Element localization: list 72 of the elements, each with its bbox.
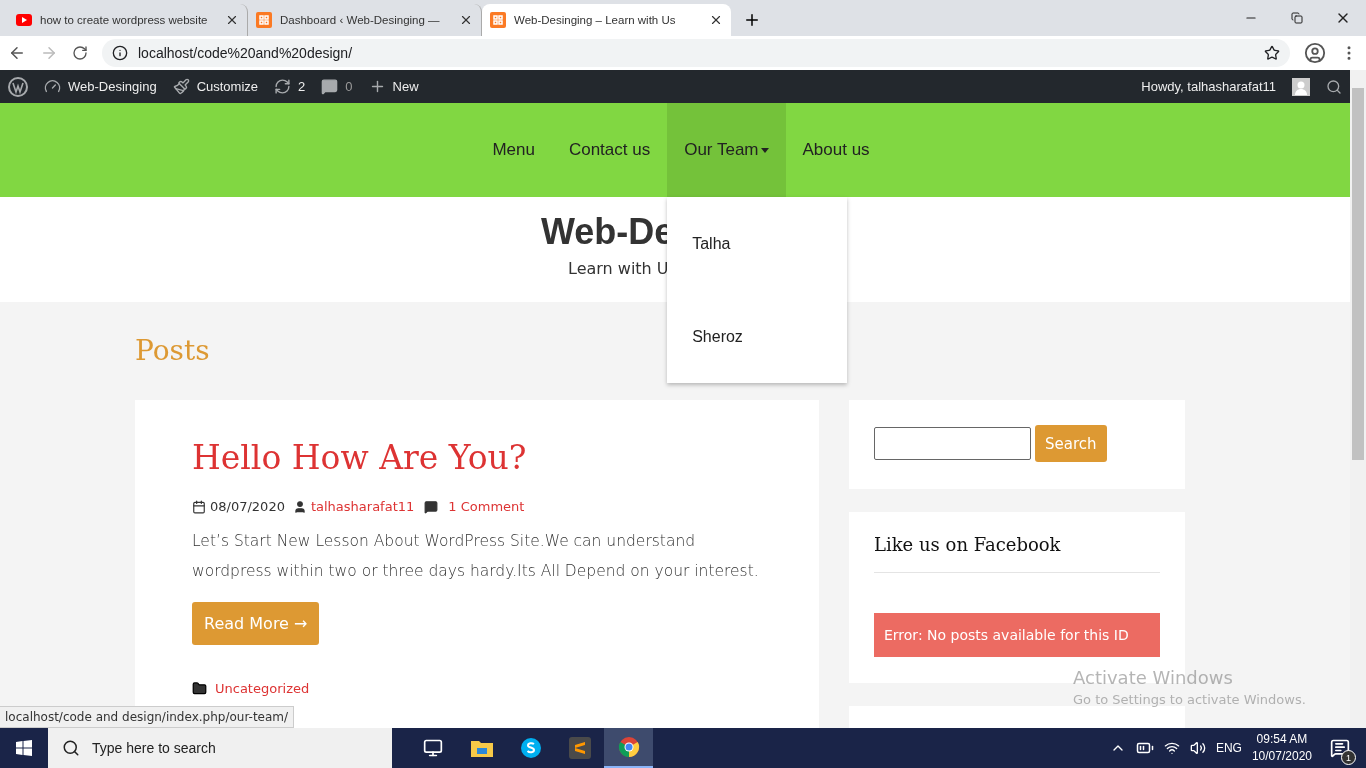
avatar-icon: [1292, 77, 1310, 96]
comments-link[interactable]: 1 Comment: [448, 499, 525, 514]
widget-title: Like us on Facebook: [874, 534, 1160, 573]
post-excerpt: Let’s Start New Lesson About WordPress Site.We can understand wordpress within two or three days hardy.Its All Depend on your interest.: [192, 531, 760, 582]
app-logo-icon: [256, 12, 272, 28]
status-url: localhost/code and design/index.php/our-team/: [0, 706, 295, 728]
taskbar-search[interactable]: Type here to search: [48, 728, 392, 768]
author-link[interactable]: talhasharafat11: [310, 499, 415, 514]
search-field[interactable]: [874, 427, 1031, 460]
clock-time: 09:54 AM: [1256, 731, 1308, 748]
close-icon[interactable]: [225, 13, 239, 27]
search-icon[interactable]: [1326, 78, 1342, 95]
tab-title: Dashboard ‹ Web-Desinging —: [280, 14, 441, 26]
new-tab-icon[interactable]: [743, 11, 761, 29]
admin-bar-item[interactable]: Web-Desinging: [44, 78, 157, 95]
chat-app-icon: [519, 737, 542, 759]
profile-icon[interactable]: [1304, 42, 1326, 64]
windows-logo-icon: [16, 740, 32, 756]
section-heading: Posts: [135, 334, 210, 367]
url-text: localhost/code%20and%20design/: [138, 45, 353, 61]
volume-icon[interactable]: [1189, 740, 1206, 756]
restore-icon: [1291, 12, 1303, 24]
language-indicator[interactable]: ENG: [1215, 741, 1242, 755]
back-icon[interactable]: [8, 44, 26, 62]
user-icon: [292, 499, 307, 514]
browser-app-icon: [617, 736, 640, 758]
dropdown-item[interactable]: Sheroz: [667, 290, 848, 383]
tab-title: Web-Desinging – Learn with Us: [514, 14, 677, 26]
notification-button[interactable]: 1: [1322, 728, 1358, 768]
comment-icon: [424, 499, 439, 514]
folder-icon: [192, 681, 207, 696]
category-link[interactable]: Uncategorized: [215, 681, 310, 696]
nav-item[interactable]: Contact us: [551, 103, 668, 197]
nav-item[interactable]: About us: [785, 103, 887, 197]
admin-bar-item[interactable]: Customize: [172, 78, 259, 95]
bookmark-star-icon[interactable]: [1264, 45, 1280, 61]
scrollbar[interactable]: [1350, 70, 1366, 728]
close-icon[interactable]: [709, 13, 723, 27]
task-view-icon: [422, 738, 443, 758]
wordpress-logo-icon[interactable]: [8, 76, 28, 97]
video-logo-icon: [16, 14, 32, 26]
admin-bar-item[interactable]: 2: [274, 78, 306, 95]
close-icon[interactable]: [459, 13, 473, 27]
comment-icon: [321, 78, 339, 95]
folder-icon: [470, 739, 493, 757]
activation-subtitle: Go to Settings to activate Windows.: [1073, 692, 1306, 707]
browser-tab[interactable]: Web-Desinging – Learn with Us: [482, 4, 731, 36]
post-title[interactable]: Hello How Are You?: [192, 438, 762, 477]
clock-date: 10/07/2020: [1251, 748, 1312, 765]
editor-app-icon: [568, 737, 591, 759]
search-icon: [62, 739, 80, 757]
admin-bar-item[interactable]: 0: [321, 78, 353, 95]
refresh-icon: [274, 78, 292, 95]
notification-count: 1: [1341, 750, 1356, 765]
calendar-icon: [192, 499, 206, 514]
site-tagline: Learn with U: [568, 259, 669, 278]
nav-item[interactable]: Menu: [475, 103, 552, 197]
tab-title: how to create wordpress website: [40, 14, 209, 26]
search-placeholder: Type here to search: [92, 740, 216, 756]
address-bar[interactable]: localhost/code%20and%20design/: [102, 39, 1290, 67]
user-greeting[interactable]: Howdy, talhasharafat11: [1141, 79, 1276, 94]
brush-icon: [172, 78, 190, 95]
dashboard-icon: [44, 78, 61, 95]
info-icon: [112, 45, 128, 61]
post-date: 08/07/2020: [210, 499, 285, 514]
activation-title: Activate Windows: [1073, 667, 1234, 688]
reload-icon[interactable]: [72, 45, 88, 61]
app-logo-icon: [490, 12, 506, 28]
error-message: Error: No posts available for this ID: [874, 613, 1160, 657]
admin-bar-item[interactable]: New: [368, 78, 419, 95]
clock[interactable]: 09:54 AM 10/07/2020: [1251, 731, 1312, 765]
wifi-icon[interactable]: [1163, 740, 1180, 756]
